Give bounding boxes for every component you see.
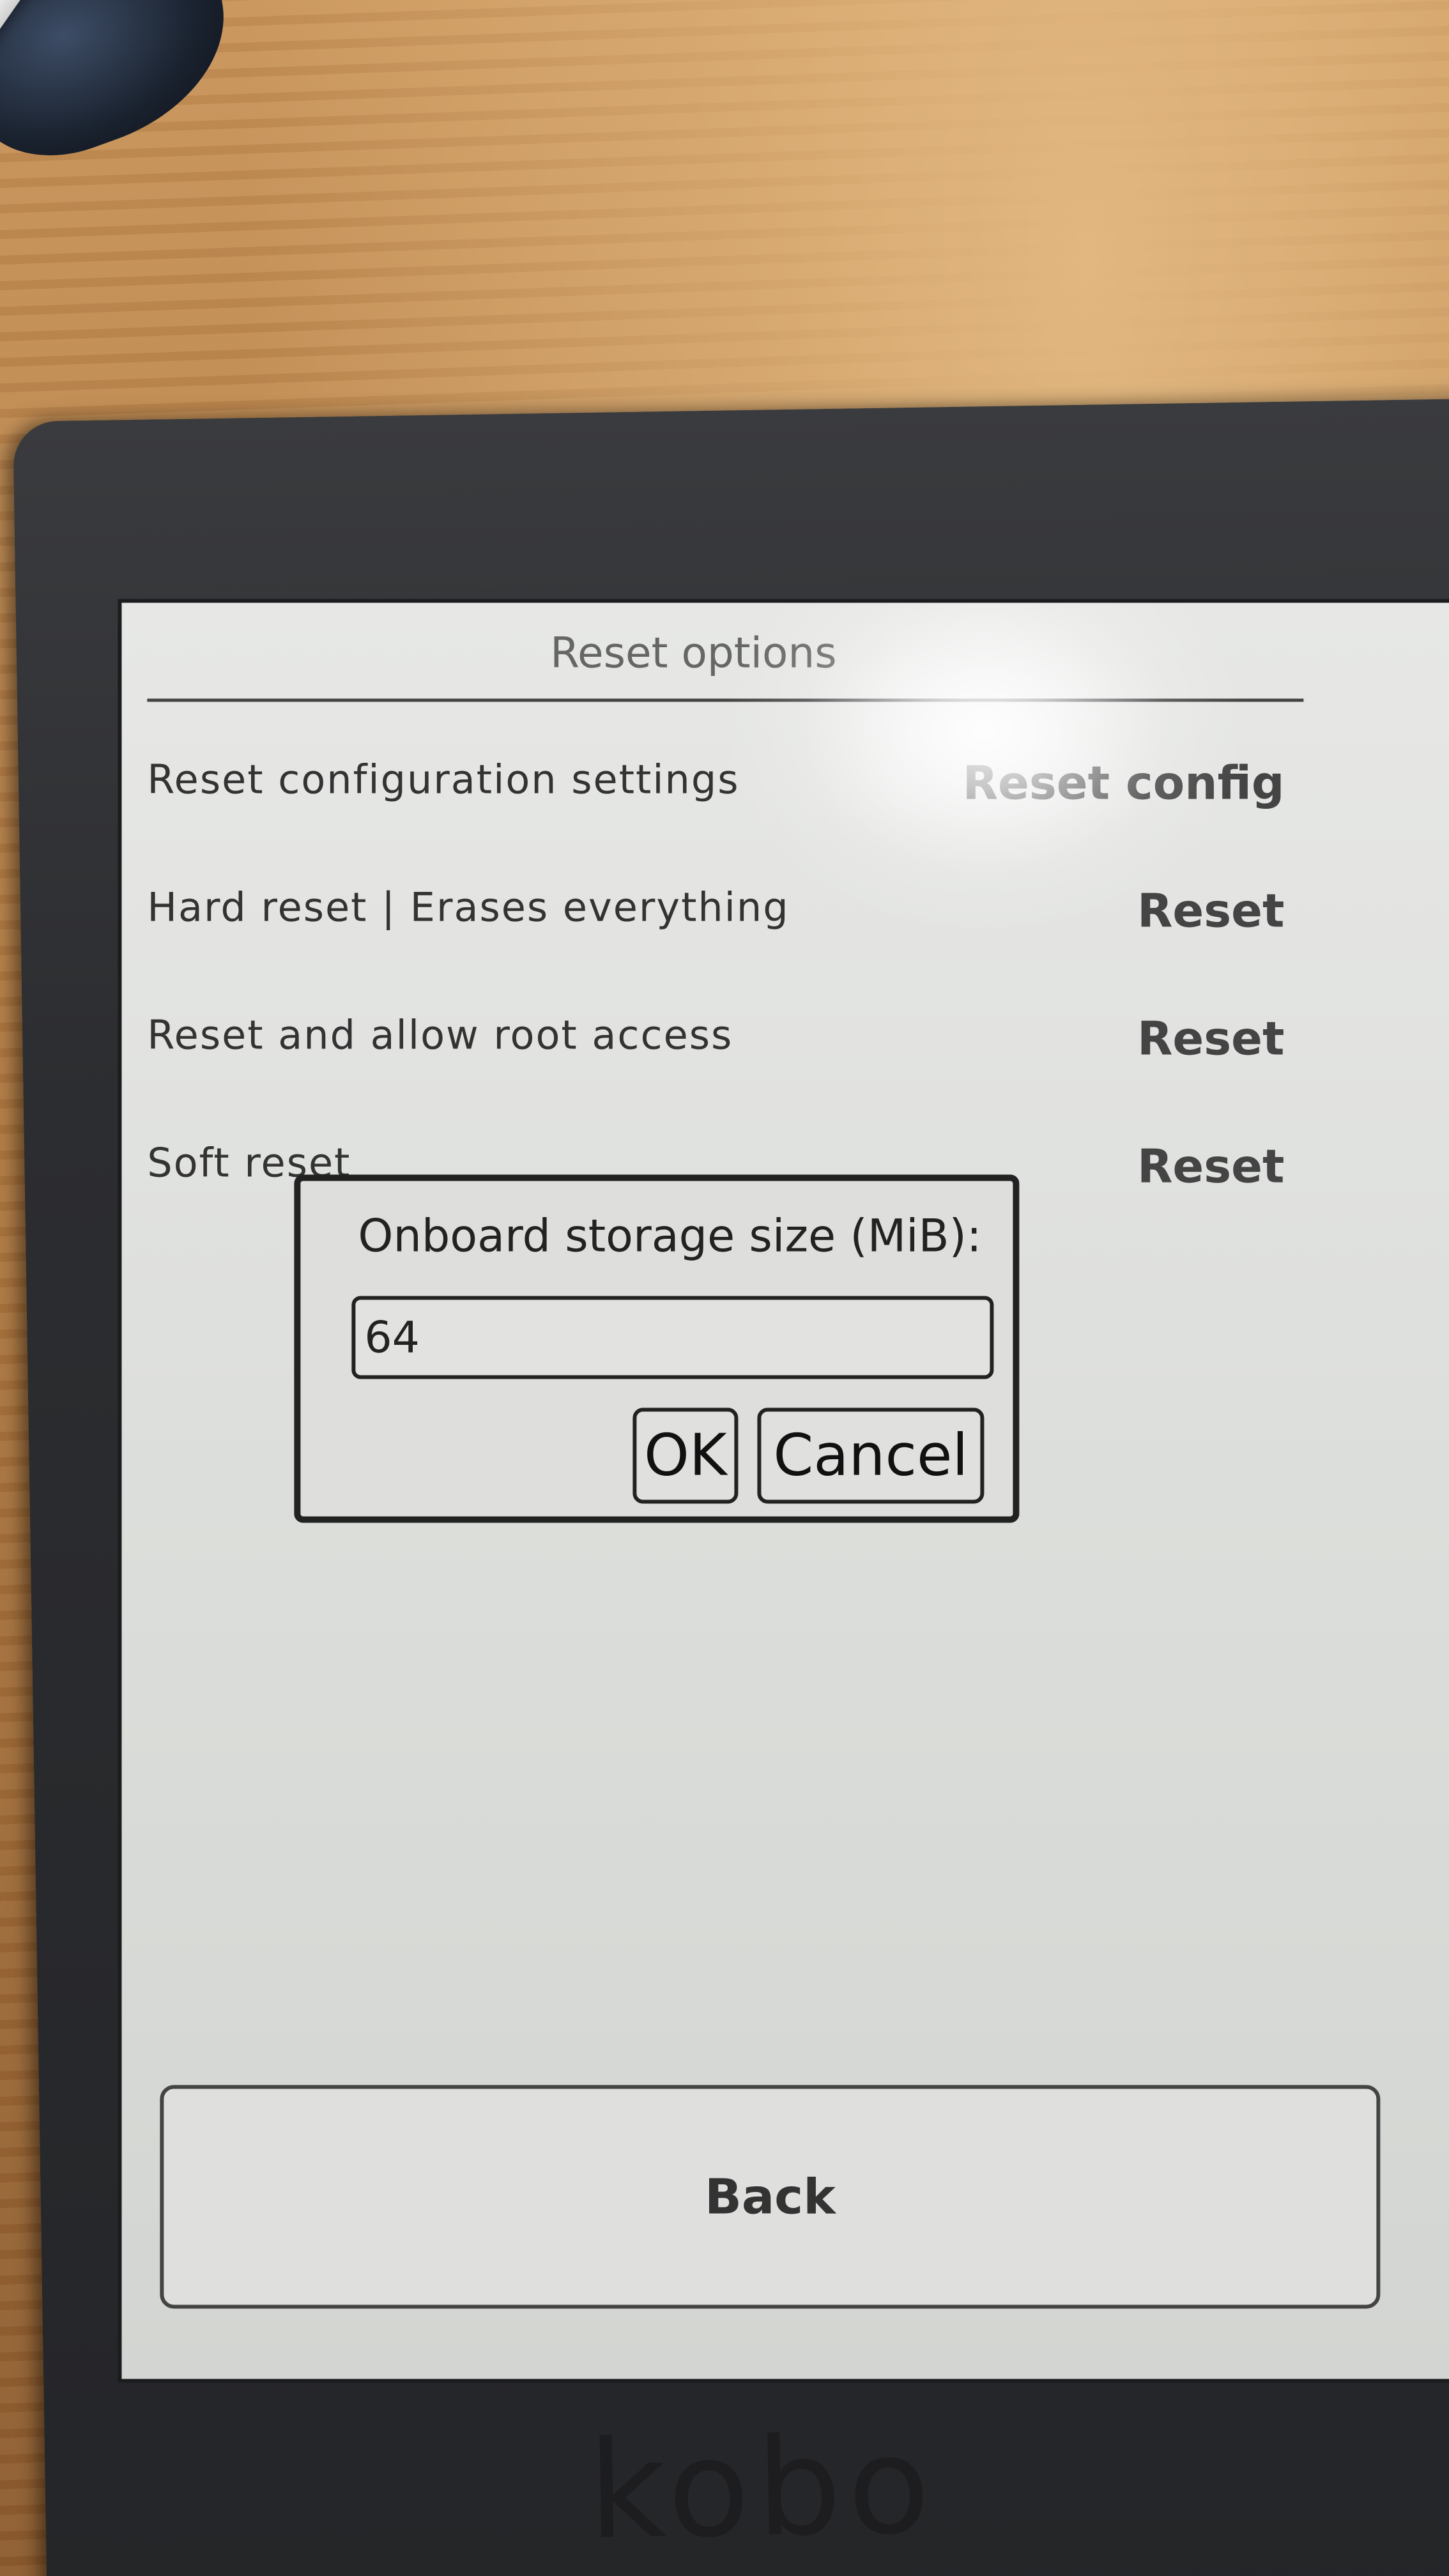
option-label: Reset and allow root access [147, 1011, 733, 1059]
soft-reset-button[interactable]: Reset [1137, 1139, 1284, 1193]
storage-size-dialog: Onboard storage size (MiB): OK Cancel [294, 1174, 1020, 1523]
hard-reset-button[interactable]: Reset [1137, 884, 1284, 937]
cancel-button[interactable]: Cancel [757, 1407, 985, 1504]
brand-logo: kobo [587, 2407, 938, 2570]
title-divider [147, 698, 1304, 702]
option-label: Reset configuration settings [147, 756, 740, 803]
dialog-label: Onboard storage size (MiB): [358, 1209, 982, 1262]
back-button[interactable]: Back [160, 2085, 1381, 2309]
reset-config-button[interactable]: Reset config [963, 756, 1285, 809]
ereader-screen: Reset options Reset configuration settin… [118, 599, 1449, 2383]
root-reset-button[interactable]: Reset [1137, 1011, 1284, 1065]
photo-scene: Reset options Reset configuration settin… [0, 0, 1449, 2576]
cable-plug [0, 0, 255, 181]
option-row-root-reset: Reset and allow root access Reset [147, 992, 1284, 1088]
page-title: Reset options [550, 628, 837, 678]
ok-button[interactable]: OK [632, 1407, 739, 1504]
storage-size-input[interactable] [351, 1296, 994, 1379]
option-row-hard-reset: Hard reset | Erases everything Reset [147, 864, 1284, 960]
option-label: Hard reset | Erases everything [147, 884, 790, 931]
option-row-reset-config: Reset configuration settings Reset confi… [147, 737, 1284, 832]
ereader-device: Reset options Reset configuration settin… [13, 398, 1449, 2576]
